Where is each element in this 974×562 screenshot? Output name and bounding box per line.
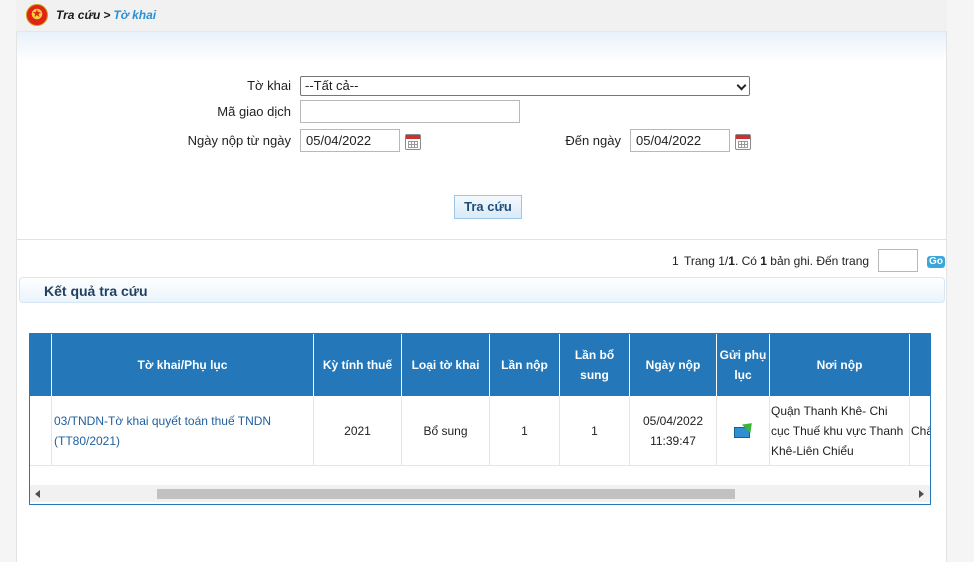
pager-page-prefix: Trang 1/ <box>684 254 729 268</box>
row-lan-nop: 1 <box>490 396 560 466</box>
row-ngay-nop: 05/04/2022 11:39:47 <box>630 396 717 466</box>
breadcrumb-current[interactable]: Tờ khai <box>113 8 156 22</box>
den-ngay-input[interactable]: 05/04/2022 <box>630 129 730 152</box>
row-lan-bo-sung: 1 <box>560 396 630 466</box>
pager-total-pages: 1 <box>728 254 735 268</box>
row-next-cell-partial: Chấ <box>911 424 931 438</box>
header-to-khai: Tờ khai/Phụ lục <box>52 334 314 396</box>
row-blank-cell <box>30 396 52 466</box>
results-header <box>19 277 945 303</box>
header-noi-nop: Nơi nộp <box>770 334 910 396</box>
goto-page-input[interactable] <box>878 249 918 272</box>
row-ngay-nop-time: 11:39:47 <box>650 434 696 448</box>
ma-giao-dich-label: Mã giao dịch <box>217 104 291 119</box>
tax-emblem-icon <box>26 4 48 26</box>
breadcrumb: Tra cứu > Tờ khai <box>56 8 156 22</box>
row-ky-tinh-thue: 2021 <box>314 396 402 466</box>
to-khai-label: Tờ khai <box>247 78 291 93</box>
pager-current-page: 1 <box>672 254 679 268</box>
ma-giao-dich-input[interactable] <box>300 100 520 123</box>
ngay-nop-tu-label: Ngày nộp từ ngày <box>187 133 291 148</box>
calendar-icon[interactable] <box>735 134 751 150</box>
scrollbar-thumb[interactable] <box>157 489 735 499</box>
results-table: Tờ khai/Phụ lục Kỳ tính thuế Loại tờ kha… <box>29 333 931 505</box>
table-header: Tờ khai/Phụ lục Kỳ tính thuế Loại tờ kha… <box>30 334 930 396</box>
scroll-right-icon[interactable] <box>919 490 924 498</box>
row-gui-phu-luc <box>717 396 770 466</box>
results-title: Kết quả tra cứu <box>44 283 148 299</box>
header-ky-tinh-thue: Kỳ tính thuế <box>314 334 402 396</box>
header-lan-bo-sung: Lần bổ sung <box>560 334 630 396</box>
header-lan-nop: Lần nộp <box>490 334 560 396</box>
den-ngay-label: Đến ngày <box>565 133 621 148</box>
row-noi-nop: Quận Thanh Khê- Chi cục Thuế khu vực Tha… <box>770 396 910 466</box>
pager-records-suffix: bản ghi. Đến trang <box>766 254 870 268</box>
header-blank-cell <box>30 334 52 396</box>
header-next-cell <box>910 334 930 396</box>
to-khai-selected-value: --Tất cả-- <box>305 78 359 93</box>
table-row: 03/TNDN-Tờ khai quyết toán thuế TNDN (TT… <box>30 396 931 466</box>
search-button[interactable]: Tra cứu <box>454 195 522 219</box>
to-khai-select[interactable]: --Tất cả-- <box>300 76 750 96</box>
pager-record-count: 1 <box>760 254 767 268</box>
breadcrumb-root[interactable]: Tra cứu <box>56 8 100 22</box>
horizontal-scrollbar[interactable] <box>30 485 930 502</box>
row-to-khai-link[interactable]: 03/TNDN-Tờ khai quyết toán thuế TNDN (TT… <box>52 396 314 466</box>
calendar-icon[interactable] <box>405 134 421 150</box>
row-loai-to-khai: Bổ sung <box>402 396 490 466</box>
breadcrumb-separator: > <box>103 8 111 22</box>
send-document-icon[interactable] <box>734 418 757 438</box>
header-loai-to-khai: Loại tờ khai <box>402 334 490 396</box>
header-gui-phu-luc: Gửi phụ lục <box>717 334 770 396</box>
chevron-down-icon <box>736 80 747 91</box>
pager-info: Trang 1/1. Có 1 bản ghi. Đến trang <box>684 254 869 268</box>
header-ngay-nop: Ngày nộp <box>630 334 717 396</box>
pager-records-prefix: . Có <box>734 254 761 268</box>
ngay-nop-tu-input[interactable]: 05/04/2022 <box>300 129 400 152</box>
go-button[interactable]: Go <box>927 256 945 268</box>
row-ngay-nop-date: 05/04/2022 <box>642 414 704 428</box>
scroll-left-icon[interactable] <box>35 490 40 498</box>
